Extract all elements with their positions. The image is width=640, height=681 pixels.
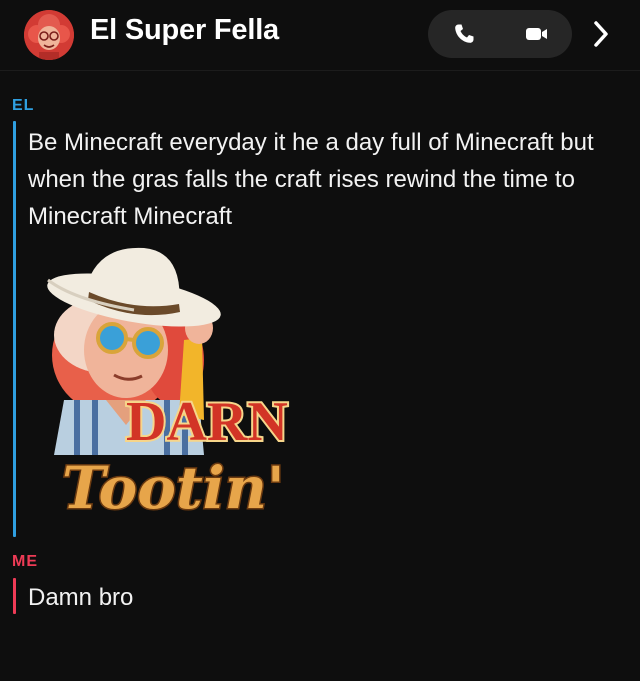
phone-icon [455,24,474,43]
sticker-text-tootin: Tootin' [62,454,285,522]
chat-header: El Super Fella [0,0,640,71]
voice-call-button[interactable] [428,10,500,58]
sticker-text-darn: DARN [126,391,288,453]
message-bar-el [13,121,16,537]
sender-label-el: EL [12,97,35,114]
bitmoji-sticker[interactable]: DARN Tootin' [34,240,324,536]
message-bar-me [13,578,16,614]
bitmoji-avatar-icon[interactable] [24,10,74,60]
call-controls [428,10,572,58]
sender-label-me: ME [12,553,38,570]
message-text: Damn bro [28,584,134,611]
video-camera-icon [526,28,547,40]
chevron-right-icon[interactable] [590,18,612,50]
chat-title: El Super Fella [90,14,279,46]
video-call-button[interactable] [500,10,572,58]
message-text: Be Minecraft everyday it he a day full o… [28,129,594,230]
